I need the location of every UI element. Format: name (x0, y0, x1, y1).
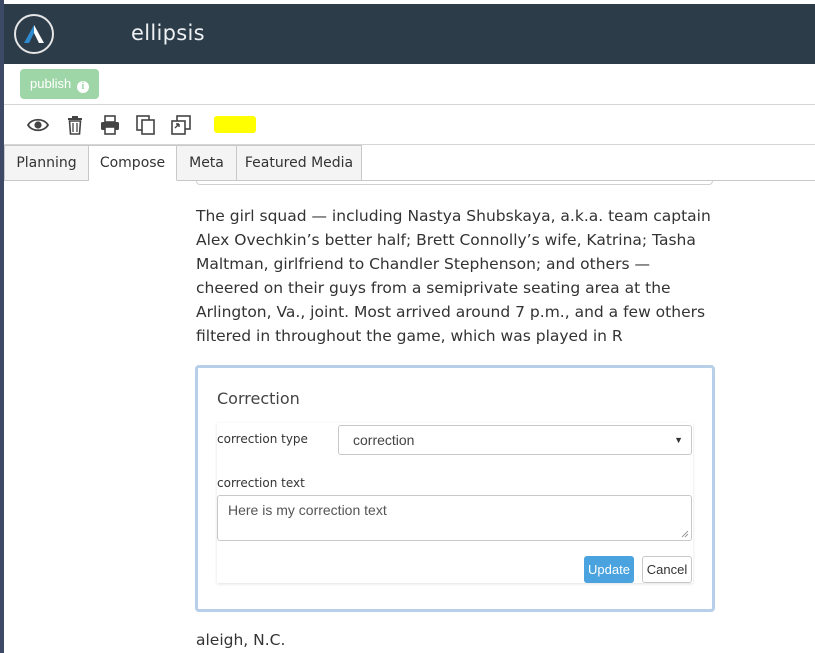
publish-bar: publish i (4, 64, 815, 105)
compose-editor[interactable]: The girl squad — including Nastya Shubsk… (4, 181, 815, 653)
tab-featured-media[interactable]: Featured Media (237, 145, 362, 181)
print-icon[interactable] (99, 114, 121, 136)
highlight-marker (214, 116, 256, 133)
correction-type-value: correction (353, 432, 415, 448)
trash-icon[interactable] (64, 114, 86, 136)
info-icon: i (76, 81, 89, 93)
copy-icon[interactable] (135, 114, 157, 136)
tab-meta[interactable]: Meta (177, 145, 237, 181)
correction-text-value: Here is my correction text (228, 502, 387, 518)
resize-grip-icon[interactable] (681, 530, 689, 538)
app-header: ellipsis (4, 4, 815, 64)
duplicate-icon[interactable] (170, 114, 192, 136)
tab-compose[interactable]: Compose (89, 145, 177, 181)
publish-button[interactable]: publish i (20, 69, 99, 99)
update-button[interactable]: Update (584, 556, 634, 583)
body-paragraph-continued[interactable]: aleigh, N.C. (196, 628, 285, 652)
previous-block (196, 181, 713, 185)
tab-planning[interactable]: Planning (4, 145, 89, 181)
toolbar (4, 105, 815, 145)
app-title: ellipsis (131, 21, 205, 45)
correction-text-label: correction text (217, 476, 305, 490)
correction-type-label: correction type (217, 432, 308, 446)
eye-icon[interactable] (26, 114, 50, 136)
publish-label: publish (30, 76, 72, 91)
correction-form: correction type correction ▼ correction … (217, 423, 693, 583)
cancel-button[interactable]: Cancel (642, 556, 692, 583)
tab-bar: Planning Compose Meta Featured Media (4, 145, 815, 181)
correction-title: Correction (217, 389, 300, 408)
chevron-down-icon: ▼ (674, 435, 683, 445)
body-paragraph[interactable]: The girl squad — including Nastya Shubsk… (196, 204, 716, 348)
correction-type-select[interactable]: correction ▼ (338, 425, 692, 455)
correction-text-input[interactable]: Here is my correction text (217, 495, 692, 541)
correction-widget: Correction correction type correction ▼ … (195, 365, 715, 612)
ellipsis-logo-icon[interactable] (14, 14, 54, 54)
